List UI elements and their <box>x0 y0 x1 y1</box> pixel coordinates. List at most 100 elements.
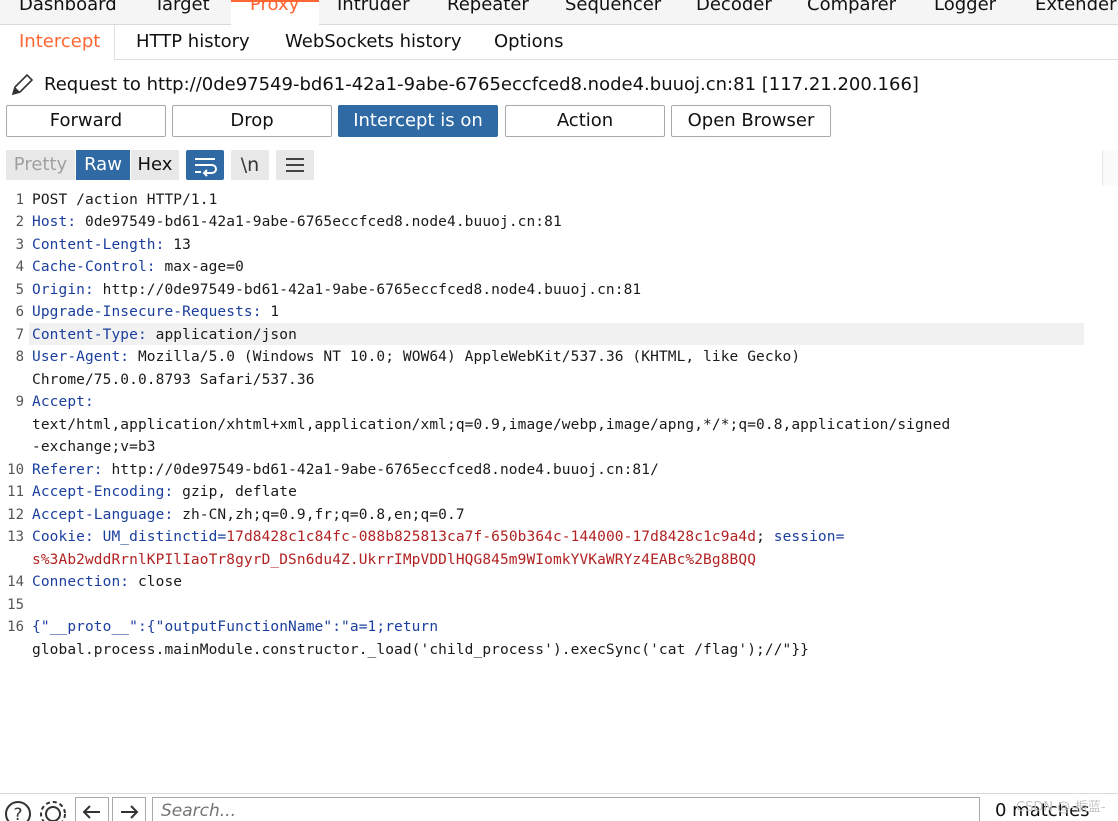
line-number: 1 <box>15 192 24 208</box>
line-number: 13 <box>7 529 24 545</box>
line-number: 14 <box>7 574 24 590</box>
request-body-continued: global.process.mainModule.constructor._l… <box>32 642 809 658</box>
tab-extender[interactable]: Extender <box>1035 0 1116 15</box>
header-origin: Origin: http://0de97549-bd61-42a1-9abe-6… <box>32 282 641 298</box>
open-browser-button[interactable]: Open Browser <box>671 105 831 137</box>
header-name: Content-Length: <box>32 237 165 253</box>
header-value: 1 <box>261 304 280 320</box>
request-line: POST /action HTTP/1.1 <box>32 192 217 208</box>
header-value: Chrome/75.0.0.8793 Safari/537.36 <box>32 372 315 388</box>
gear-icon[interactable] <box>37 796 67 821</box>
body-json: global.process.mainModule.constructor._l… <box>32 642 810 658</box>
header-accept-language: Accept-Language: zh-CN,zh;q=0.9,fr;q=0.8… <box>32 507 465 523</box>
newline-toggle-button[interactable]: \n <box>231 150 269 180</box>
header-value: http://0de97549-bd61-42a1-9abe-6765eccfc… <box>93 282 642 298</box>
tab-target[interactable]: Target <box>154 0 210 15</box>
wrap-lines-button[interactable] <box>186 150 224 180</box>
header-value: application/json <box>146 327 297 343</box>
subtab-http-history[interactable]: HTTP history <box>136 31 250 52</box>
line-number: 16 <box>7 619 24 635</box>
request-info-bar: Request to http://0de97549-bd61-42a1-9ab… <box>0 66 1118 102</box>
header-value: 13 <box>164 237 191 253</box>
hex-tab[interactable]: Hex <box>131 150 179 180</box>
tab-decoder[interactable]: Decoder <box>696 0 772 15</box>
previous-match-button[interactable] <box>75 797 109 821</box>
drop-button[interactable]: Drop <box>172 105 332 137</box>
header-name: Accept: <box>32 394 94 410</box>
body-json: {"__proto__":{"outputFunctionName":"a=1;… <box>32 619 439 635</box>
arrow-right-icon <box>121 805 139 819</box>
header-value: Mozilla/5.0 (Windows NT 10.0; WOW64) App… <box>129 349 801 365</box>
header-value: -exchange;v=b3 <box>32 439 156 455</box>
request-editor[interactable]: 1 2 3 4 5 6 7 8 9 10 11 12 13 14 15 16 P… <box>0 186 1118 791</box>
wrap-icon <box>195 158 217 177</box>
pretty-tab[interactable]: Pretty <box>6 150 75 180</box>
line-number: 4 <box>15 259 24 275</box>
header-value: gzip, deflate <box>173 484 297 500</box>
cookie-equals: = <box>217 529 227 545</box>
header-cookie-continued: s%3Ab2wddRrnlKPIlIaoTr8gyrD_DSn6du4Z.Ukr… <box>32 552 756 568</box>
arrow-left-icon <box>82 805 100 819</box>
header-user-agent-continued: Chrome/75.0.0.8793 Safari/537.36 <box>32 372 315 388</box>
header-name: Content-Type: <box>32 327 147 343</box>
request-body: {"__proto__":{"outputFunctionName":"a=1;… <box>32 619 438 635</box>
header-accept-encoding: Accept-Encoding: gzip, deflate <box>32 484 297 500</box>
header-name: Host: <box>32 214 77 230</box>
tab-logger[interactable]: Logger <box>934 0 996 15</box>
header-name: Accept-Language: <box>32 507 174 523</box>
line-number: 11 <box>7 484 24 500</box>
line-number: 5 <box>15 282 24 298</box>
header-name: Upgrade-Insecure-Requests: <box>32 304 262 320</box>
tab-repeater[interactable]: Repeater <box>447 0 529 15</box>
subtab-options[interactable]: Options <box>494 31 563 52</box>
watermark: CSDN @-栀蓝- <box>1016 800 1106 815</box>
pencil-icon <box>11 73 34 96</box>
subtab-websockets-history[interactable]: WebSockets history <box>285 31 462 52</box>
header-value: text/html,application/xhtml+xml,applicat… <box>32 417 951 433</box>
next-match-button[interactable] <box>112 797 146 821</box>
help-icon[interactable]: ? <box>2 796 32 821</box>
tab-intruder[interactable]: Intruder <box>337 0 409 15</box>
line-number: 2 <box>15 214 24 230</box>
header-name: Cookie: <box>32 529 94 545</box>
tab-comparer[interactable]: Comparer <box>807 0 896 15</box>
line-number: 3 <box>15 237 24 253</box>
header-referer: Referer: http://0de97549-bd61-42a1-9abe-… <box>32 462 659 478</box>
intercept-toggle-button[interactable]: Intercept is on <box>338 105 498 137</box>
line-number: 10 <box>7 462 24 478</box>
tab-proxy[interactable]: Proxy <box>250 0 299 15</box>
search-input[interactable] <box>153 798 979 821</box>
header-name: Cache-Control: <box>32 259 156 275</box>
cookie-name: session <box>773 529 836 545</box>
menu-button[interactable] <box>276 150 314 180</box>
request-target: Request to http://0de97549-bd61-42a1-9ab… <box>44 74 919 95</box>
header-upgrade-insecure: Upgrade-Insecure-Requests: 1 <box>32 304 279 320</box>
request-method-line: POST /action HTTP/1.1 <box>32 192 218 208</box>
tab-dashboard[interactable]: Dashboard <box>19 0 117 15</box>
header-name: Referer: <box>32 462 103 478</box>
cookie-separator: ; <box>756 529 774 545</box>
header-accept-continued: -exchange;v=b3 <box>32 439 156 455</box>
line-number: 6 <box>15 304 24 320</box>
cookie-value: 17d8428c1c84fc-088b825813ca7f-650b364c-1… <box>226 529 757 545</box>
header-value: zh-CN,zh;q=0.9,fr;q=0.8,en;q=0.7 <box>173 507 465 523</box>
cookie-value: s%3Ab2wddRrnlKPIlIaoTr8gyrD_DSn6du4Z.Ukr… <box>32 552 757 568</box>
header-content-type: Content-Type: application/json <box>32 327 297 343</box>
action-button[interactable]: Action <box>505 105 665 137</box>
subtab-intercept[interactable]: Intercept <box>19 31 100 52</box>
header-name: Accept-Encoding: <box>32 484 174 500</box>
line-number: 15 <box>7 597 24 613</box>
header-value: close <box>129 574 183 590</box>
header-value: http://0de97549-bd61-42a1-9abe-6765eccfc… <box>102 462 659 478</box>
raw-tab[interactable]: Raw <box>76 150 130 180</box>
cookie-equals: = <box>835 529 845 545</box>
header-connection: Connection: close <box>32 574 182 590</box>
header-content-length: Content-Length: 13 <box>32 237 191 253</box>
search-field[interactable] <box>152 797 980 821</box>
line-number: 7 <box>15 327 24 343</box>
sub-tab-bar: Intercept HTTP history WebSockets histor… <box>0 25 1118 60</box>
header-accept: Accept: <box>32 394 94 410</box>
header-value: max-age=0 <box>155 259 244 275</box>
forward-button[interactable]: Forward <box>6 105 166 137</box>
tab-sequencer[interactable]: Sequencer <box>565 0 661 15</box>
